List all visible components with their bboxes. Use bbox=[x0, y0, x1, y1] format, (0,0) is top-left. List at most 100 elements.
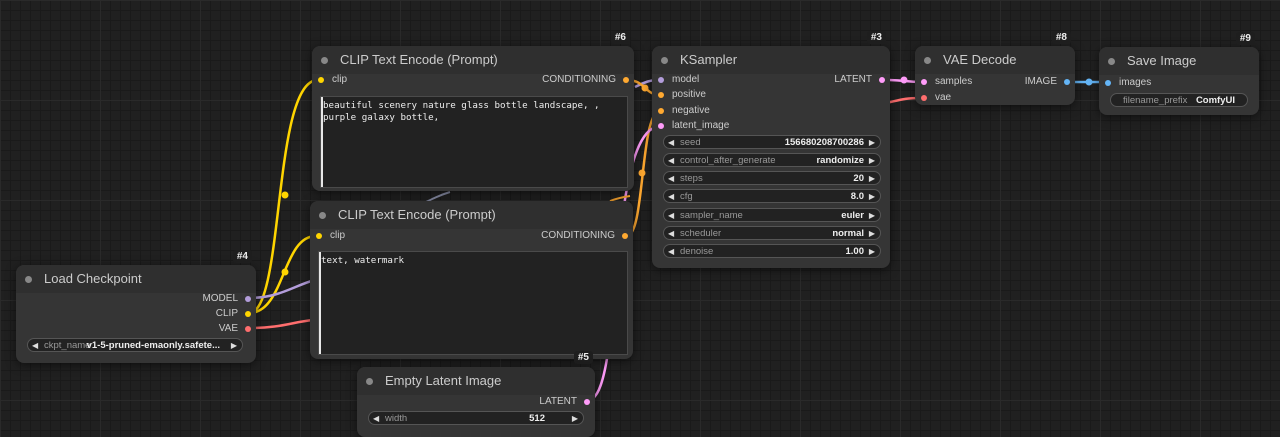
input-samples[interactable]: samples bbox=[919, 75, 972, 89]
decrement-arrow-icon[interactable]: ◀ bbox=[668, 172, 674, 186]
slot-pin[interactable] bbox=[1105, 80, 1111, 86]
reroute-dot[interactable] bbox=[281, 268, 289, 276]
slot-pin[interactable] bbox=[245, 326, 251, 332]
node-id: #3 bbox=[866, 31, 886, 44]
output-conditioning[interactable]: CONDITIONING bbox=[542, 73, 630, 87]
input-model[interactable]: model bbox=[656, 73, 699, 87]
vae-decode-node[interactable]: #8 VAE Decode samples vae IMAGE bbox=[915, 31, 1075, 105]
seed-widget[interactable]: ◀ seed 156680208700286 ▶ bbox=[663, 135, 881, 149]
scheduler-widget[interactable]: ◀ scheduler normal ▶ bbox=[663, 226, 881, 240]
node-collapse-dot[interactable] bbox=[319, 212, 326, 219]
slot-pin[interactable] bbox=[316, 233, 322, 239]
slot-label: model bbox=[672, 74, 700, 85]
node-collapse-dot[interactable] bbox=[661, 57, 668, 64]
width-number-widget[interactable]: ◀ width 512 ▶ bbox=[368, 411, 584, 425]
node-collapse-dot[interactable] bbox=[366, 378, 373, 385]
node-collapse-dot[interactable] bbox=[1108, 58, 1115, 65]
node-title[interactable]: CLIP Text Encode (Prompt) bbox=[310, 201, 633, 229]
input-clip[interactable]: clip bbox=[314, 229, 345, 243]
decrement-arrow-icon[interactable]: ◀ bbox=[32, 339, 38, 353]
input-positive[interactable]: positive bbox=[656, 88, 706, 102]
slot-pin[interactable] bbox=[584, 399, 590, 405]
node-title[interactable]: VAE Decode bbox=[915, 46, 1075, 74]
slot-pin[interactable] bbox=[1064, 79, 1070, 85]
ksampler-node[interactable]: #3 KSampler model positive negative late… bbox=[652, 31, 890, 268]
slot-pin[interactable] bbox=[658, 77, 664, 83]
slot-label: latent_image bbox=[672, 120, 730, 131]
clip-text-encode-positive-node[interactable]: #6 CLIP Text Encode (Prompt) clip CONDIT… bbox=[312, 31, 634, 191]
prompt-textarea[interactable]: text, watermark bbox=[318, 251, 628, 355]
input-clip[interactable]: clip bbox=[316, 73, 347, 87]
increment-arrow-icon[interactable]: ▶ bbox=[869, 154, 875, 168]
input-images[interactable]: images bbox=[1103, 76, 1151, 90]
slot-pin[interactable] bbox=[318, 77, 324, 83]
slot-pin[interactable] bbox=[921, 79, 927, 85]
sampler-name-widget[interactable]: ◀ sampler_name euler ▶ bbox=[663, 208, 881, 222]
prompt-textarea[interactable]: beautiful scenery nature glass bottle la… bbox=[320, 96, 628, 188]
slot-pin[interactable] bbox=[245, 296, 251, 302]
node-collapse-dot[interactable] bbox=[924, 57, 931, 64]
steps-widget[interactable]: ◀ steps 20 ▶ bbox=[663, 171, 881, 185]
control-after-generate-widget[interactable]: ◀ control_after_generate randomize ▶ bbox=[663, 153, 881, 167]
increment-arrow-icon[interactable]: ▶ bbox=[869, 136, 875, 150]
input-vae[interactable]: vae bbox=[919, 91, 951, 105]
wire-clip-to-negative bbox=[248, 234, 317, 315]
empty-latent-image-node[interactable]: Empty Latent Image LATENT ◀ width 512 ▶ bbox=[357, 367, 595, 437]
output-latent[interactable]: LATENT bbox=[539, 395, 591, 409]
slot-label: vae bbox=[935, 92, 952, 103]
output-latent[interactable]: LATENT bbox=[834, 73, 886, 87]
clip-text-encode-negative-node[interactable]: CLIP Text Encode (Prompt) clip CONDITION… bbox=[310, 201, 633, 364]
output-image[interactable]: IMAGE bbox=[1025, 75, 1071, 89]
node-collapse-dot[interactable] bbox=[25, 276, 32, 283]
node-title[interactable]: KSampler bbox=[652, 46, 890, 74]
widget-label: scheduler bbox=[680, 228, 722, 239]
node-title[interactable]: Save Image bbox=[1099, 47, 1259, 75]
denoise-widget[interactable]: ◀ denoise 1.00 ▶ bbox=[663, 244, 881, 258]
decrement-arrow-icon[interactable]: ◀ bbox=[668, 190, 674, 204]
slot-pin[interactable] bbox=[658, 92, 664, 98]
increment-arrow-icon[interactable]: ▶ bbox=[869, 172, 875, 186]
cfg-widget[interactable]: ◀ cfg 8.0 ▶ bbox=[663, 189, 881, 203]
save-image-node[interactable]: #9 Save Image images filename_prefix Com… bbox=[1099, 32, 1259, 115]
reroute-dot[interactable] bbox=[281, 191, 289, 199]
reroute-dot[interactable] bbox=[641, 84, 649, 92]
decrement-arrow-icon[interactable]: ◀ bbox=[668, 209, 674, 223]
increment-arrow-icon[interactable]: ▶ bbox=[869, 227, 875, 241]
reroute-dot[interactable] bbox=[1085, 78, 1093, 86]
decrement-arrow-icon[interactable]: ◀ bbox=[373, 412, 379, 426]
node-title-text: Load Checkpoint bbox=[44, 271, 142, 286]
slot-label: negative bbox=[672, 105, 710, 116]
slot-pin[interactable] bbox=[879, 77, 885, 83]
output-vae[interactable]: VAE bbox=[219, 322, 252, 336]
increment-arrow-icon[interactable]: ▶ bbox=[869, 245, 875, 259]
node-collapse-dot[interactable] bbox=[321, 57, 328, 64]
output-model[interactable]: MODEL bbox=[202, 292, 252, 306]
decrement-arrow-icon[interactable]: ◀ bbox=[668, 245, 674, 259]
increment-arrow-icon[interactable]: ▶ bbox=[231, 339, 237, 353]
slot-pin[interactable] bbox=[623, 77, 629, 83]
output-conditioning[interactable]: CONDITIONING bbox=[541, 229, 629, 243]
input-negative[interactable]: negative bbox=[656, 104, 710, 118]
reroute-dot[interactable] bbox=[900, 76, 908, 84]
decrement-arrow-icon[interactable]: ◀ bbox=[668, 136, 674, 150]
slot-pin[interactable] bbox=[658, 108, 664, 114]
node-title[interactable]: Load Checkpoint bbox=[16, 265, 256, 293]
reroute-dot[interactable] bbox=[638, 169, 646, 177]
slot-pin[interactable] bbox=[921, 95, 927, 101]
slot-pin[interactable] bbox=[622, 233, 628, 239]
decrement-arrow-icon[interactable]: ◀ bbox=[668, 227, 674, 241]
decrement-arrow-icon[interactable]: ◀ bbox=[668, 154, 674, 168]
filename-prefix-field[interactable]: filename_prefix ComfyUI bbox=[1110, 93, 1248, 107]
increment-arrow-icon[interactable]: ▶ bbox=[869, 190, 875, 204]
output-clip[interactable]: CLIP bbox=[216, 307, 252, 321]
node-title[interactable]: CLIP Text Encode (Prompt) bbox=[312, 46, 634, 74]
slot-label: IMAGE bbox=[1024, 76, 1057, 87]
ckpt-name-combo[interactable]: ◀ ckpt_name v1-5-pruned-emaonly.safete..… bbox=[27, 338, 243, 352]
increment-arrow-icon[interactable]: ▶ bbox=[869, 209, 875, 223]
slot-pin[interactable] bbox=[245, 311, 251, 317]
input-latent-image[interactable]: latent_image bbox=[656, 119, 729, 133]
increment-arrow-icon[interactable]: ▶ bbox=[572, 412, 578, 426]
node-title[interactable]: Empty Latent Image bbox=[357, 367, 595, 395]
load-checkpoint-node[interactable]: #4 Load Checkpoint MODEL CLIP VAE ◀ ckpt… bbox=[16, 250, 256, 363]
slot-pin[interactable] bbox=[658, 123, 664, 129]
